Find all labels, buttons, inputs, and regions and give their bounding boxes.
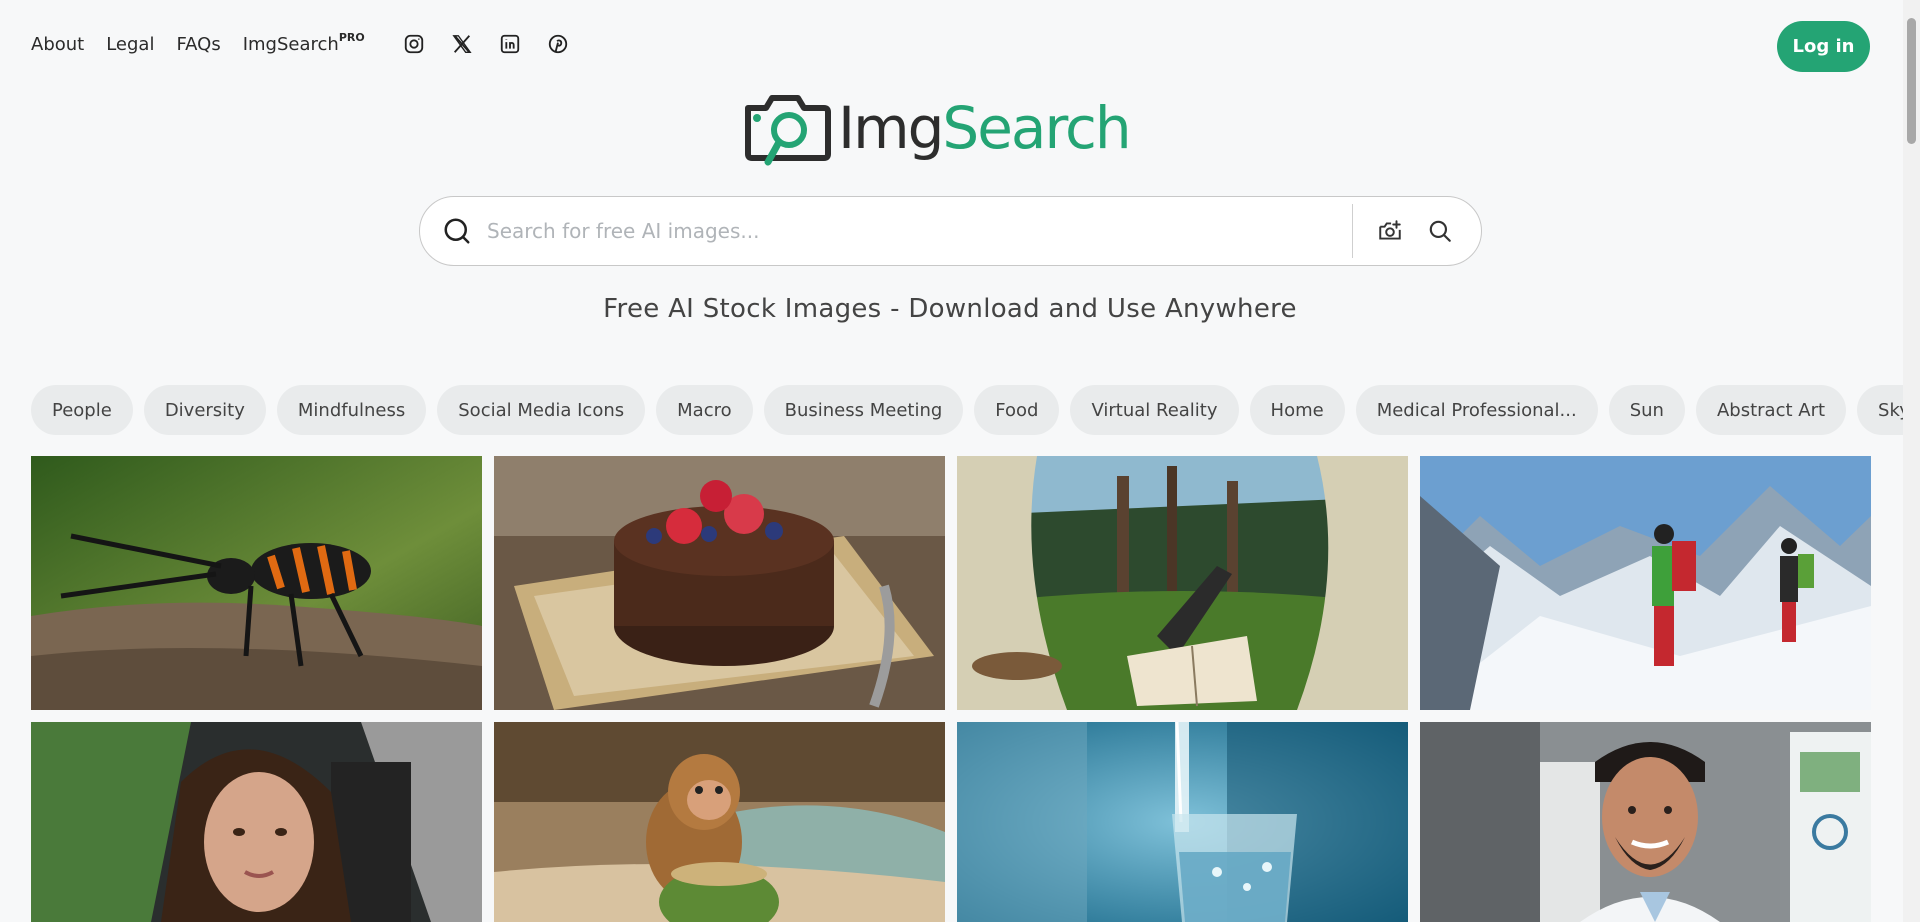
camera-search-icon[interactable] [1377, 218, 1403, 244]
linkedin-icon[interactable] [497, 31, 523, 57]
image-tile-mountain-hikers[interactable] [1420, 456, 1871, 710]
chip-home[interactable]: Home [1249, 385, 1345, 435]
login-button[interactable]: Log in [1777, 21, 1870, 72]
logo-text-search: Search [942, 94, 1131, 162]
chip-virtual-reality[interactable]: Virtual Reality [1070, 385, 1239, 435]
site-logo[interactable]: ImgSearch [742, 90, 1132, 166]
instagram-icon[interactable] [401, 31, 427, 57]
scrollbar-thumb[interactable] [1907, 18, 1916, 144]
water-glass-photo [957, 722, 1408, 922]
page-scrollbar[interactable] [1903, 0, 1920, 922]
doctor-photo [1420, 722, 1871, 922]
category-chips: People Diversity Mindfulness Social Medi… [31, 385, 1920, 435]
social-links [401, 31, 593, 57]
chip-food[interactable]: Food [974, 385, 1060, 435]
pinterest-icon[interactable] [545, 31, 571, 57]
pro-badge: PRO [338, 31, 365, 44]
monkey-photo [494, 722, 945, 922]
logo-text-img: Img [838, 94, 944, 162]
woman-car-photo [31, 722, 482, 922]
image-tile-doctor[interactable] [1420, 722, 1871, 922]
image-tile-tent-reading[interactable] [957, 456, 1408, 710]
nav-about-link[interactable]: About [31, 34, 84, 55]
nav-legal-link[interactable]: Legal [106, 34, 154, 55]
beetle-photo [31, 456, 482, 710]
search-bar [419, 196, 1482, 266]
camera-search-logo-icon [745, 95, 831, 166]
chip-medical-professional[interactable]: Medical Professional... [1355, 385, 1598, 435]
image-tile-cake[interactable] [494, 456, 945, 710]
chip-macro[interactable]: Macro [656, 385, 753, 435]
logo-wordmark: ImgSearch [838, 99, 1132, 157]
nav-faqs-link[interactable]: FAQs [176, 34, 220, 55]
chip-people[interactable]: People [31, 385, 133, 435]
image-tile-woman-car[interactable] [31, 722, 482, 922]
chip-mindfulness[interactable]: Mindfulness [276, 385, 427, 435]
image-tile-water-glass[interactable] [957, 722, 1408, 922]
nav-imgsearch-pro-link[interactable]: ImgSearchPRO [242, 31, 365, 55]
cake-photo [494, 456, 945, 710]
tagline: Free AI Stock Images - Download and Use … [603, 294, 1297, 324]
search-input[interactable] [487, 219, 1352, 243]
x-icon[interactable] [449, 31, 475, 57]
search-icon [444, 218, 470, 244]
image-tile-monkey[interactable] [494, 722, 945, 922]
chip-diversity[interactable]: Diversity [143, 385, 266, 435]
chip-sun[interactable]: Sun [1608, 385, 1685, 435]
tent-reading-photo [957, 456, 1408, 710]
image-tile-beetle[interactable] [31, 456, 482, 710]
nav-imgsearch-label: ImgSearch [242, 34, 339, 55]
top-nav: About Legal FAQs ImgSearchPRO [31, 30, 593, 58]
chip-abstract-art[interactable]: Abstract Art [1695, 385, 1847, 435]
mountain-hikers-photo [1420, 456, 1871, 710]
search-submit-icon[interactable] [1427, 218, 1453, 244]
search-divider [1352, 204, 1353, 258]
chip-business-meeting[interactable]: Business Meeting [763, 385, 964, 435]
chip-social-media-icons[interactable]: Social Media Icons [437, 385, 646, 435]
